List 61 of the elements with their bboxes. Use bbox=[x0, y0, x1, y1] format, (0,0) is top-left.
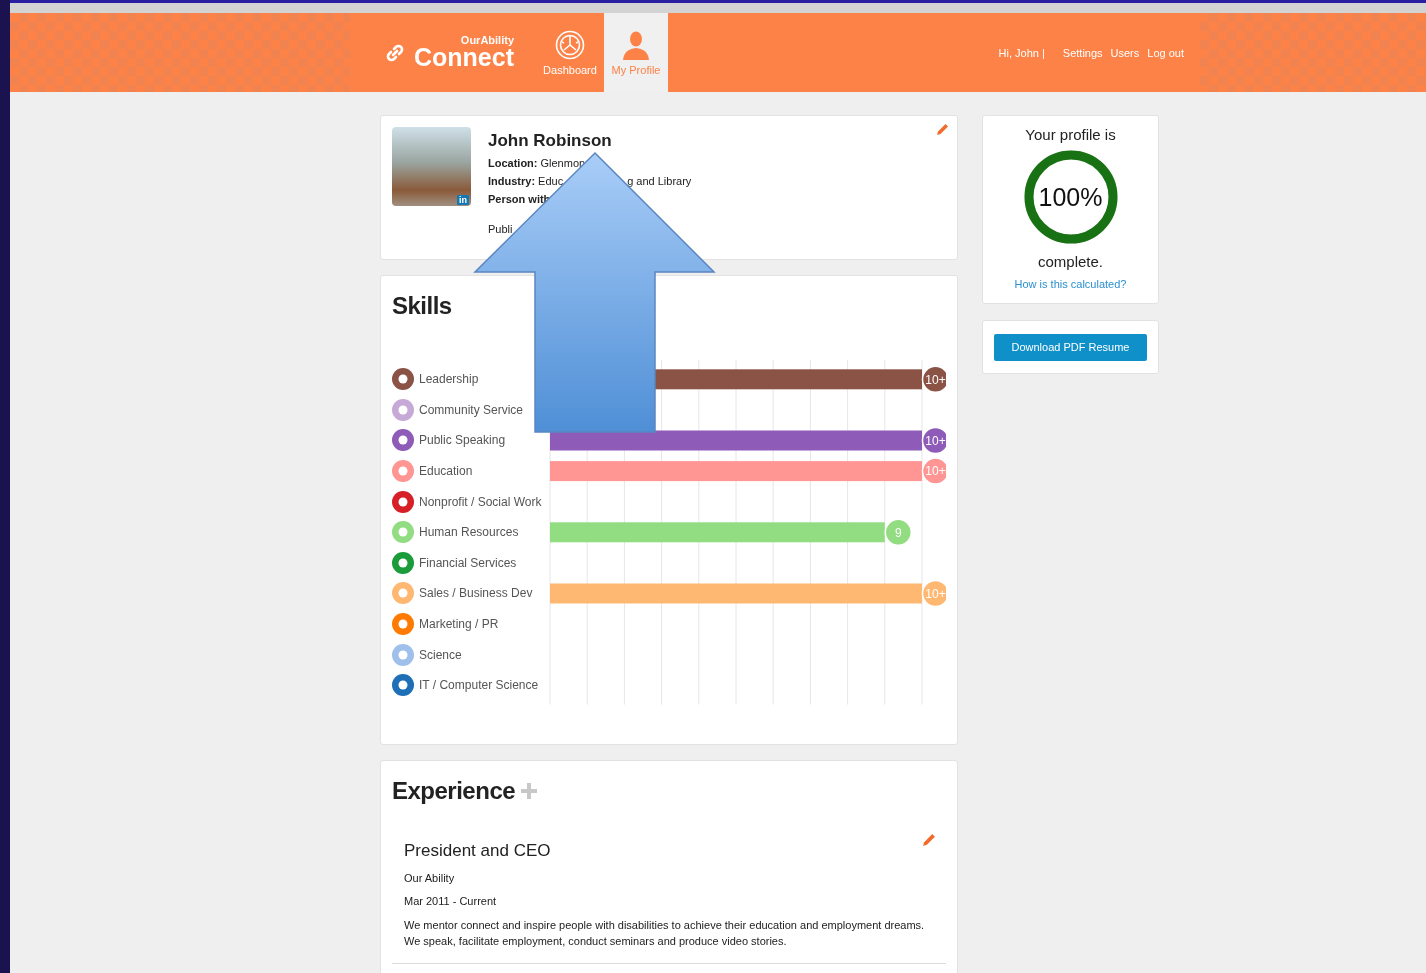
nav-tab[interactable]: Dashboard bbox=[538, 13, 602, 92]
detail-label: Location: bbox=[488, 157, 538, 169]
completion-heading: Your profile is bbox=[1025, 126, 1116, 143]
logo[interactable]: OurAbility Connect bbox=[414, 35, 514, 70]
skill-label: Nonprofit / Social Work bbox=[419, 494, 542, 509]
skill-label: Sales / Business Dev bbox=[419, 586, 533, 601]
bar-value-label: 9 bbox=[894, 525, 902, 540]
detail-value: Publi bbox=[488, 223, 513, 235]
skill-icon bbox=[392, 582, 414, 605]
calculation-link[interactable]: How is this calculated? bbox=[1014, 278, 1127, 290]
skill-icon bbox=[392, 643, 414, 666]
skill-icon bbox=[392, 551, 414, 574]
detail-value: g and Library bbox=[627, 175, 692, 187]
edit-pencil-icon[interactable] bbox=[922, 833, 936, 847]
header-link[interactable]: Users bbox=[1110, 46, 1140, 59]
skill-icon bbox=[392, 521, 414, 544]
logo-small-text: OurAbility bbox=[460, 35, 514, 46]
person-icon bbox=[621, 29, 651, 60]
detail-value: Educ bbox=[538, 175, 564, 187]
logo-large-text: Connect bbox=[414, 45, 514, 70]
percent-text: 100% bbox=[1038, 184, 1103, 210]
skill-label: Marketing / PR bbox=[419, 617, 499, 632]
completion-suffix: complete. bbox=[1037, 253, 1103, 270]
gauge-icon bbox=[555, 29, 585, 60]
job-description: We mentor connect and inspire people with disabilities to achieve their education and employment dreams. We speak, facilitate employment, conduct seminars and produce video stories. bbox=[404, 918, 926, 949]
bar-value-label: 10+ bbox=[925, 433, 946, 448]
download-button[interactable]: Download PDF Resume bbox=[994, 333, 1147, 361]
section-title: Skills bbox=[392, 292, 453, 320]
skill-icon bbox=[392, 460, 414, 483]
skill-label: Science bbox=[419, 647, 462, 662]
skill-icon bbox=[392, 490, 414, 513]
skill-icon bbox=[392, 368, 414, 391]
skill-label: Human Resources bbox=[419, 525, 519, 540]
section-title: Experience bbox=[392, 777, 516, 805]
skill-label: Community Service bbox=[419, 402, 524, 417]
skill-label: Financial Services bbox=[419, 555, 517, 570]
greeting-text: Hi, John | bbox=[998, 46, 1045, 59]
skill-label: Leadership bbox=[419, 372, 479, 387]
header-link[interactable]: Settings bbox=[1062, 46, 1103, 59]
bar-value-label: 10+ bbox=[925, 586, 946, 601]
detail-label: Industry: bbox=[488, 175, 536, 187]
company-name: Our Ability bbox=[404, 872, 456, 884]
job-title: President and CEO bbox=[404, 841, 552, 861]
edit-pencil-icon[interactable] bbox=[936, 123, 949, 136]
nav-tab[interactable]: My Profile bbox=[604, 13, 668, 92]
add-plus-icon[interactable] bbox=[521, 783, 538, 799]
bar-value-label: 10+ bbox=[925, 372, 946, 387]
skill-icon bbox=[392, 613, 414, 636]
skill-label: Public Speaking bbox=[419, 433, 506, 448]
linkedin-badge[interactable]: in bbox=[457, 195, 469, 205]
skill-icon bbox=[392, 429, 414, 452]
skill-icon bbox=[392, 398, 414, 421]
skill-icon bbox=[392, 674, 414, 697]
profile-name: John Robinson bbox=[488, 131, 613, 151]
header-link[interactable]: Log out bbox=[1147, 46, 1184, 59]
skill-label: Education bbox=[419, 464, 473, 479]
skill-label: IT / Computer Science bbox=[419, 678, 539, 693]
detail-value: Glenmon bbox=[540, 157, 586, 169]
chain-link-icon[interactable] bbox=[386, 43, 404, 62]
bar-value-label: 10+ bbox=[925, 464, 946, 479]
date-range: Mar 2011 - Current bbox=[404, 895, 498, 907]
